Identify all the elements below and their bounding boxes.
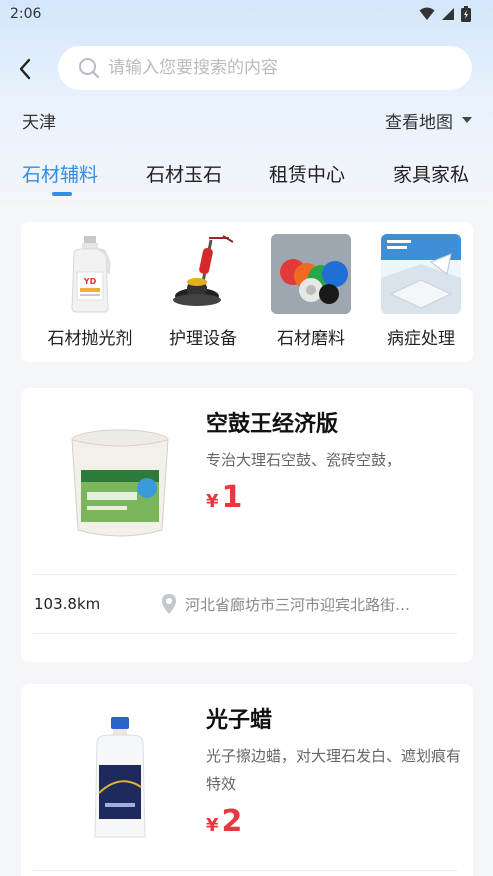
polish-bottle-icon: YD [50, 234, 130, 314]
category-item-abrasives[interactable]: 石材磨料 [256, 234, 366, 349]
chevron-left-icon [19, 58, 31, 80]
battery-icon [461, 6, 471, 22]
product-image-bucket [45, 412, 195, 552]
view-map-button[interactable]: 查看地图 [385, 108, 473, 133]
location-row: 天津 查看地图 [0, 106, 493, 134]
product-title: 空鼓王经济版 [206, 412, 339, 437]
tab-stone-accessories[interactable]: 石材辅料 [22, 160, 98, 187]
currency-symbol: ¥ [206, 491, 219, 512]
signal-icon [442, 8, 454, 20]
view-map-label: 查看地图 [385, 112, 453, 133]
category-label: 石材磨料 [277, 329, 345, 349]
category-panel: YD 石材抛光剂 护理设备 石材磨料 病症处理 [21, 222, 473, 362]
product-card[interactable]: 光子蜡 光子擦边蜡，对大理石发白、遮划痕有特效 ¥2 [21, 684, 473, 876]
currency-symbol: ¥ [206, 815, 219, 836]
product-distance: 103.8km [34, 595, 101, 613]
city-label[interactable]: 天津 [22, 108, 56, 133]
product-description: 专治大理石空鼓、瓷砖空鼓， [206, 451, 402, 469]
product-title: 光子蜡 [206, 708, 273, 733]
divider [33, 870, 457, 871]
stone-treatment-icon [381, 234, 461, 314]
search-input[interactable] [108, 58, 428, 78]
tab-rental-center[interactable]: 租赁中心 [269, 160, 345, 187]
divider [33, 633, 457, 634]
location-pin-icon [162, 594, 176, 614]
search-icon [79, 58, 100, 79]
tab-stone-jade[interactable]: 石材玉石 [146, 160, 222, 187]
caret-down-icon [462, 117, 472, 123]
price-value: 1 [221, 480, 243, 515]
status-bar: 2:06 [0, 0, 493, 28]
product-image-bottle [45, 708, 195, 848]
category-label: 病症处理 [387, 329, 455, 349]
status-time: 2:06 [10, 6, 42, 22]
address-text: 河北省廊坊市三河市迎宾北路街… [185, 595, 411, 614]
category-item-equipment[interactable]: 护理设备 [148, 234, 258, 349]
status-icons [419, 6, 471, 22]
tab-furniture[interactable]: 家具家私 [393, 160, 469, 187]
floor-machine-icon [163, 234, 243, 314]
price-value: 2 [221, 804, 243, 839]
svg-text:YD: YD [83, 277, 97, 286]
search-bar[interactable] [58, 46, 472, 90]
divider [33, 574, 457, 575]
product-price: ¥2 [206, 804, 242, 839]
category-label: 石材抛光剂 [47, 329, 133, 349]
abrasive-pads-icon [271, 234, 351, 314]
category-item-treatment[interactable]: 病症处理 [366, 234, 473, 349]
back-button[interactable] [0, 46, 50, 92]
search-header [0, 46, 493, 92]
category-label: 护理设备 [169, 329, 237, 349]
product-card[interactable]: 空鼓王经济版 专治大理石空鼓、瓷砖空鼓， ¥1 103.8km 河北省廊坊市三河… [21, 388, 473, 662]
category-tabs: 石材辅料 石材玉石 租赁中心 家具家私 [0, 160, 493, 200]
active-tab-indicator [52, 192, 72, 196]
product-address: 河北省廊坊市三河市迎宾北路街… [161, 593, 410, 615]
wifi-icon [419, 7, 435, 20]
product-price: ¥1 [206, 480, 242, 515]
category-item-polish[interactable]: YD 石材抛光剂 [35, 234, 145, 349]
product-description: 光子擦边蜡，对大理石发白、遮划痕有特效 [206, 747, 462, 793]
